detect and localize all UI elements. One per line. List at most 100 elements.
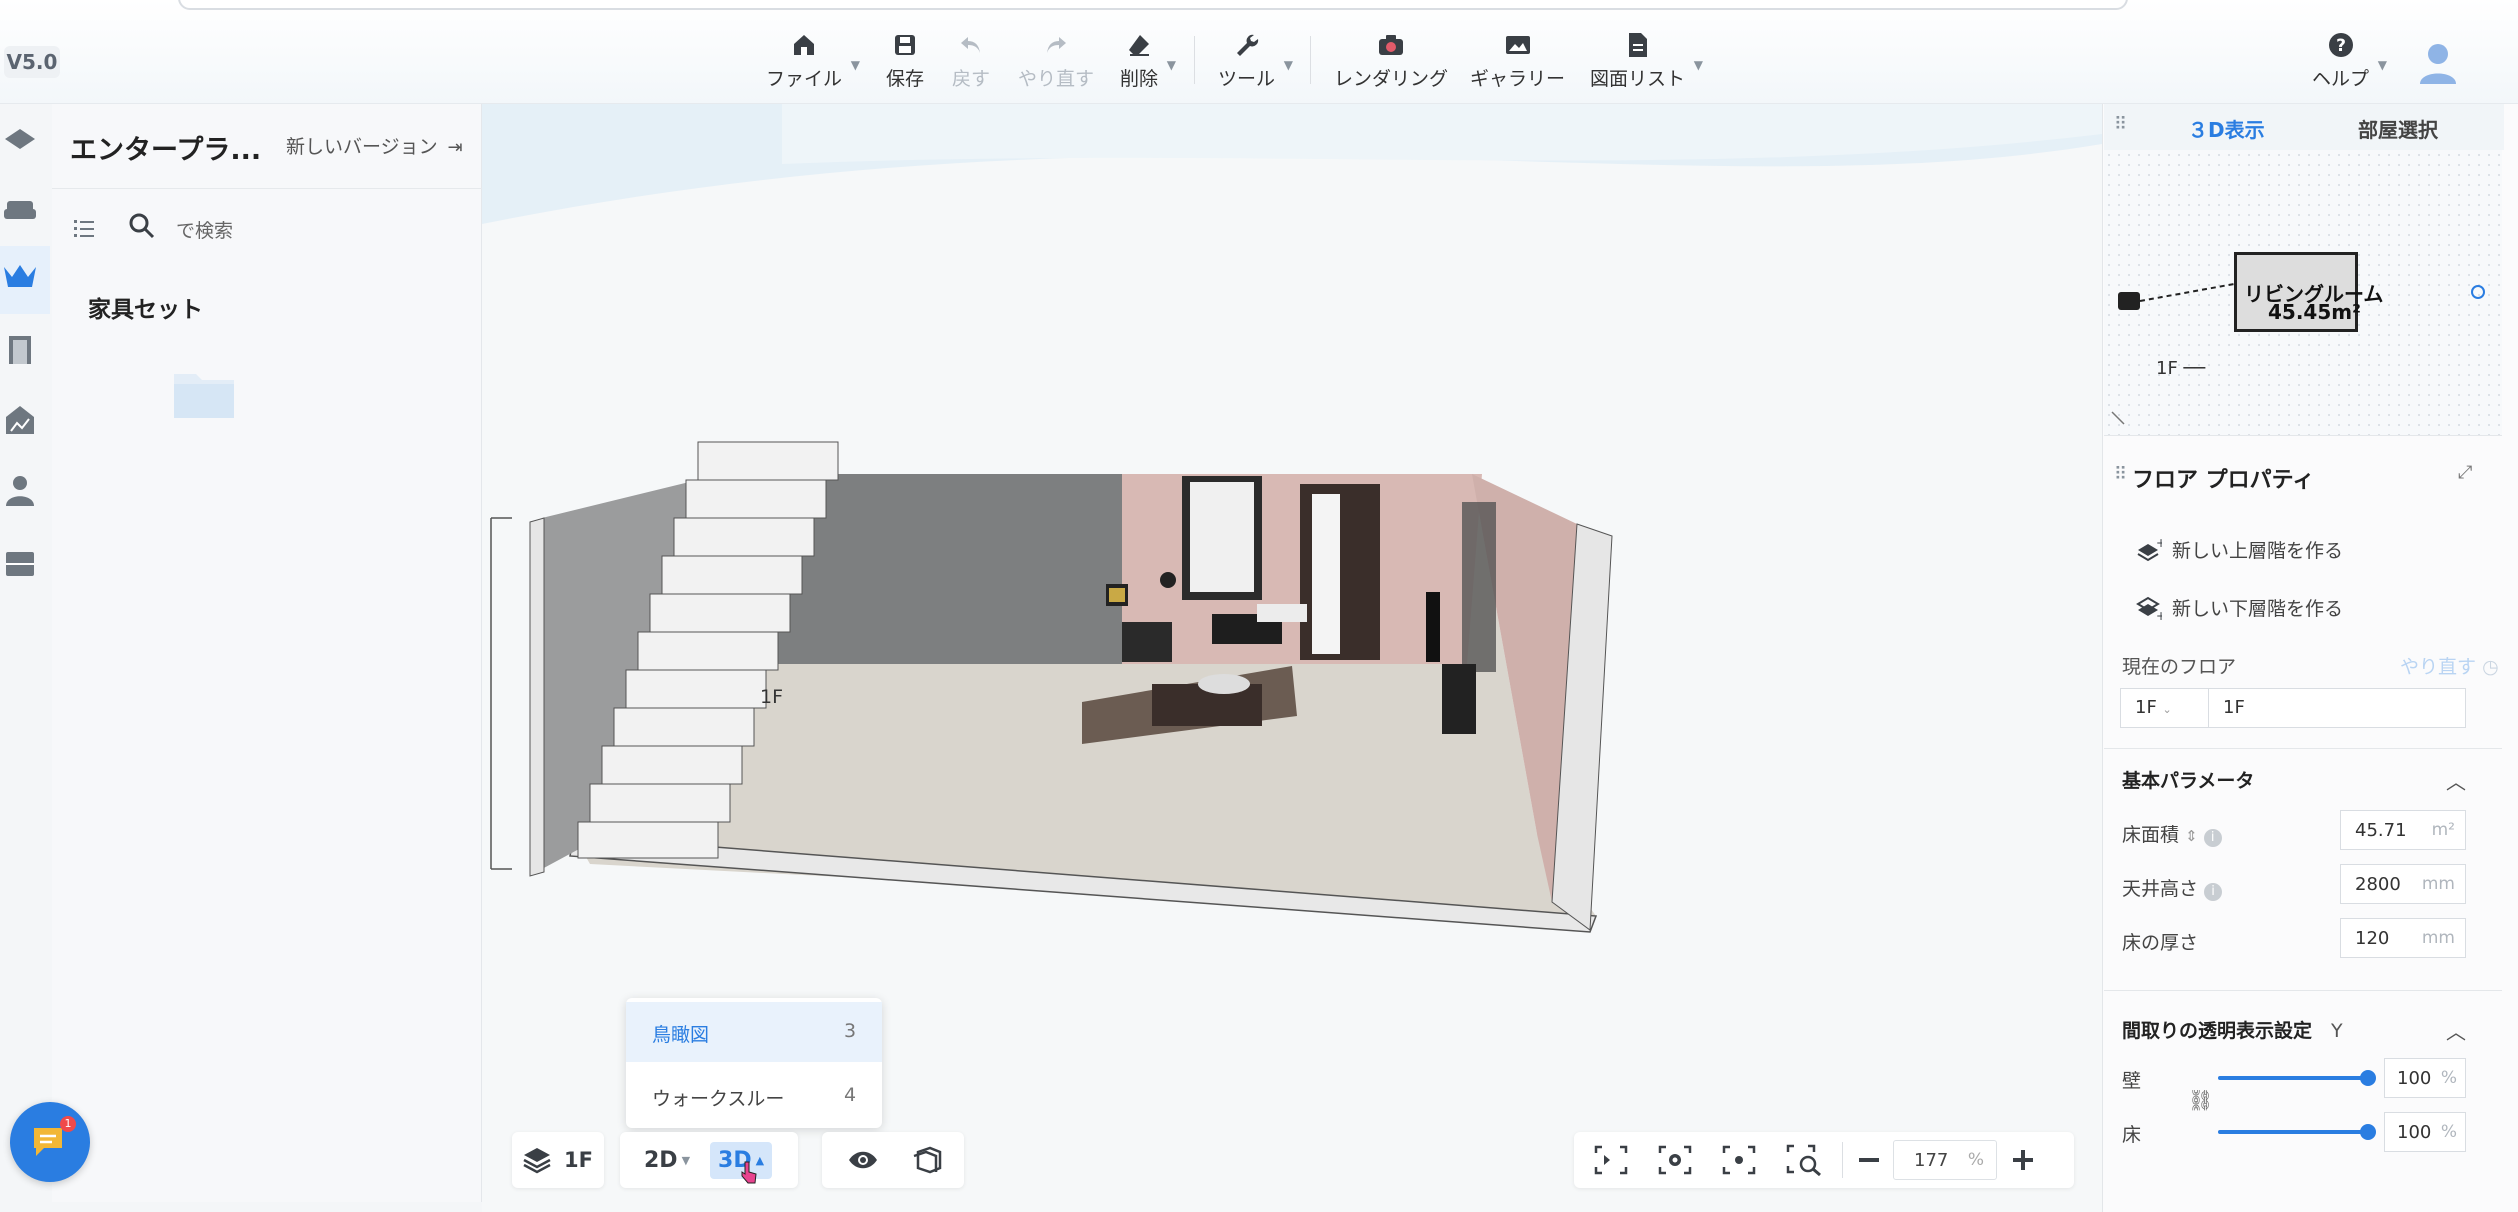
- save-button[interactable]: 保存: [886, 30, 924, 94]
- image-icon: [1503, 30, 1533, 60]
- visibility-group: [822, 1132, 964, 1188]
- new-upper-floor-button[interactable]: + 新しい上層階を作る: [2136, 536, 2343, 563]
- tab-3d-view[interactable]: ３D表示: [2188, 114, 2265, 143]
- walkthrough-shortcut: 4: [844, 1084, 857, 1106]
- redo-button[interactable]: やり直す: [1018, 30, 1094, 94]
- panel-title: エンタープラ...: [70, 135, 262, 166]
- help-icon: ?: [2326, 30, 2356, 60]
- search-icon[interactable]: [128, 212, 156, 240]
- crown-icon[interactable]: [0, 256, 40, 296]
- chevron-down-icon: ▼: [1166, 58, 1177, 72]
- floor-redo-link[interactable]: やり直す ◷: [2400, 652, 2499, 679]
- search-input[interactable]: で検索: [176, 216, 233, 243]
- exit-icon: ⇥: [447, 137, 463, 158]
- person-icon[interactable]: [0, 470, 40, 510]
- floor-height-label: 1F: [760, 686, 784, 708]
- tab-room-select[interactable]: 部屋選択: [2358, 114, 2438, 143]
- help-button[interactable]: ? ヘルプ ▼: [2312, 30, 2387, 94]
- drag-handle-icon[interactable]: ⠿: [2114, 464, 2127, 485]
- zoom-in-icon[interactable]: [2011, 1148, 2035, 1172]
- pointer-cursor-icon: [740, 1160, 758, 1184]
- wrench-icon: [1232, 30, 1262, 60]
- slider-knob[interactable]: [2360, 1070, 2376, 1086]
- floor-name-input[interactable]: 1F: [2208, 688, 2466, 728]
- browser-address-bar: [178, 0, 2128, 10]
- svg-text:+: +: [2156, 538, 2162, 550]
- section-title: 家具セット: [88, 297, 203, 323]
- delete-button[interactable]: 削除 ▼: [1120, 30, 1176, 94]
- chevron-down-icon: ▼: [850, 58, 861, 72]
- gallery-button[interactable]: ギャラリー: [1470, 30, 1565, 94]
- birdseye-label: 鳥瞰図: [652, 1024, 710, 1046]
- floor-select[interactable]: 1F ⌄: [2120, 688, 2208, 728]
- drag-handle-icon[interactable]: ⠿: [2114, 114, 2127, 135]
- chat-button[interactable]: 1: [10, 1102, 90, 1182]
- notification-badge: 1: [60, 1116, 76, 1132]
- drawing-list-button[interactable]: 図面リスト ▼: [1590, 30, 1703, 94]
- svg-text:?: ?: [2336, 36, 2346, 56]
- fit-view-icon[interactable]: [1594, 1145, 1628, 1175]
- focus-icon[interactable]: [1722, 1145, 1756, 1175]
- minimap-room-area: 45.45m²: [2268, 300, 2361, 324]
- house-structure-icon[interactable]: [0, 400, 40, 440]
- toolbar-divider: [1842, 1142, 1843, 1178]
- floor-transparency-field[interactable]: 100 %: [2384, 1112, 2466, 1152]
- floor-thickness-field[interactable]: 120 mm: [2340, 918, 2466, 958]
- birdseye-shortcut: 3: [844, 1020, 857, 1042]
- toolbar-divider: [1194, 36, 1195, 84]
- camera-icon: [1376, 30, 1406, 60]
- door-icon[interactable]: [0, 330, 40, 370]
- sofa-icon[interactable]: [0, 190, 40, 230]
- new-lower-floor-button[interactable]: + 新しい下層階を作る: [2136, 594, 2343, 621]
- eye-icon[interactable]: [848, 1149, 878, 1171]
- chevron-up-icon[interactable]: ︿: [2446, 766, 2466, 795]
- zoom-out-icon[interactable]: [1857, 1148, 1881, 1172]
- folder-icon[interactable]: [172, 366, 236, 420]
- rendering-button[interactable]: レンダリング: [1334, 30, 1448, 94]
- cabinet-icon[interactable]: [0, 544, 40, 584]
- link-icon[interactable]: ⛓: [2188, 1088, 2213, 1112]
- layers-icon[interactable]: [0, 120, 40, 160]
- wall-transparency-field[interactable]: 100 %: [2384, 1058, 2466, 1098]
- floor-switch-button[interactable]: 1F: [512, 1132, 604, 1188]
- current-floor-label: 現在のフロア: [2122, 656, 2237, 678]
- divider: [2104, 990, 2502, 991]
- floor-thickness-label: 床の厚さ: [2122, 932, 2199, 954]
- right-panel-tabs: [2104, 104, 2504, 150]
- camera-settings-icon[interactable]: [1658, 1145, 1692, 1175]
- chevron-down-icon: ▼: [1693, 58, 1704, 72]
- cube-icon[interactable]: [912, 1146, 942, 1174]
- left-panel: [52, 104, 482, 1202]
- new-version-label: 新しいバージョン: [286, 136, 438, 158]
- zoom-input[interactable]: 177 %: [1893, 1140, 1997, 1180]
- new-version-link[interactable]: 新しいバージョン ⇥: [286, 132, 463, 159]
- undo-button[interactable]: 戻す: [952, 30, 990, 94]
- view-2d-button[interactable]: 2D: [644, 1148, 678, 1173]
- chevron-down-icon: ▼: [2377, 58, 2388, 72]
- chevron-down-icon[interactable]: ▼: [682, 1154, 690, 1167]
- document-icon: [1623, 30, 1653, 60]
- user-avatar[interactable]: [2418, 40, 2458, 86]
- chevron-up-icon[interactable]: ︿: [2446, 1016, 2466, 1045]
- toolbar-divider: [1310, 36, 1311, 84]
- wall-transparency-slider[interactable]: [2218, 1070, 2376, 1086]
- slider-knob[interactable]: [2360, 1124, 2376, 1140]
- undo-icon: [956, 30, 986, 60]
- floor-transparency-slider[interactable]: [2218, 1124, 2376, 1140]
- zoom-region-icon[interactable]: [1786, 1144, 1822, 1176]
- save-icon: [890, 30, 920, 60]
- expand-icon[interactable]: ⤢: [2458, 462, 2472, 483]
- tools-menu-button[interactable]: ツール ▼: [1218, 30, 1293, 94]
- floor-properties-title: フロア プロパティ: [2132, 468, 2315, 493]
- chevron-down-icon: ▼: [1283, 58, 1294, 72]
- floor-area-field[interactable]: 45.71 m²: [2340, 810, 2466, 850]
- ceiling-height-field[interactable]: 2800 mm: [2340, 864, 2466, 904]
- file-menu-button[interactable]: ファイル ▼: [766, 30, 860, 94]
- camera-tools-group: 177 %: [1574, 1132, 2074, 1188]
- eraser-icon: [1124, 30, 1154, 60]
- layer-add-icon: +: [2136, 596, 2162, 620]
- list-icon[interactable]: [72, 216, 96, 240]
- redo-icon: [1041, 30, 1071, 60]
- info-icon: i: [2204, 883, 2223, 901]
- info-icon: i: [2203, 829, 2222, 847]
